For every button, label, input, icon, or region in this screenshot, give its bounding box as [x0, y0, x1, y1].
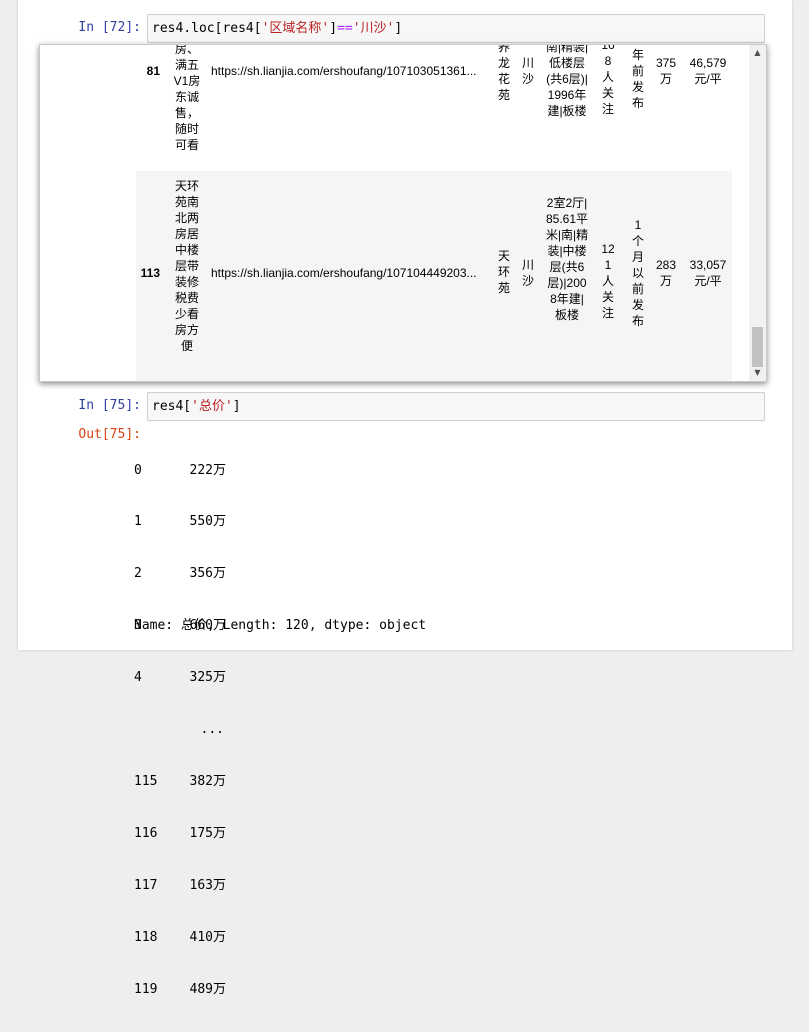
code-text: ]	[394, 21, 403, 36]
series-output: 0 222万 1 550万 2 356万 3 660万 4 325万 ... 115 382…	[134, 427, 226, 1032]
series-row: 118 410万	[134, 929, 226, 945]
info-cell: 2室2厅|85.61平米|南|精装|中楼层(共6层)|2008年建|板楼	[545, 196, 589, 322]
input-prompt: In [72]:	[78, 20, 141, 35]
vertical-scrollbar[interactable]: ▲ ▼	[749, 45, 766, 381]
unit-price-cell: 46,579元/平	[689, 56, 727, 86]
code-cell-input[interactable]: res4.loc[res4['区域名称']=='川沙']	[147, 14, 765, 43]
series-row: 2 356万	[134, 566, 226, 582]
series-row: 116 175万	[134, 825, 226, 841]
series-footer: Name: 总价, Length: 120, dtype: object	[134, 618, 427, 633]
title-cell: 天环苑南北两房居中楼层带装修税费少看房方便	[174, 179, 199, 353]
output-prompt: Out[75]:	[78, 427, 141, 442]
followers-cell: 121人关注	[601, 242, 615, 320]
community-cell: 养龙花苑	[497, 45, 510, 102]
series-row: 4 325万	[134, 670, 226, 686]
dataframe-output[interactable]: 81 房、满五V1房东诚售，随时可看 https://sh.lianjia.co…	[39, 44, 767, 382]
code-string: '总价'	[191, 399, 233, 414]
url-cell[interactable]: https://sh.lianjia.com/ershoufang/107103…	[211, 63, 477, 79]
code-text: res4[	[152, 399, 192, 414]
unit-price-cell: 33,057元/平	[689, 258, 727, 288]
code-string: '区域名称'	[261, 21, 330, 36]
scroll-up-icon[interactable]: ▲	[749, 45, 766, 61]
district-cell: 川沙	[521, 56, 534, 86]
scroll-down-icon[interactable]: ▼	[749, 365, 766, 381]
publish-cell: 1个月以前发布	[631, 218, 644, 328]
code-cell-input[interactable]: res4['总价']	[147, 392, 765, 421]
series-row: 115 382万	[134, 773, 226, 789]
info-cell: 南|精装|低楼层(共6层)|1996年建|板楼	[545, 45, 589, 118]
total-price-cell: 283万	[655, 258, 677, 288]
scrollbar-thumb[interactable]	[752, 327, 763, 367]
total-price-cell: 375万	[655, 56, 677, 86]
series-row: 0 222万	[134, 462, 226, 478]
series-ellipsis: ...	[200, 722, 224, 738]
series-row: 117 163万	[134, 877, 226, 893]
notebook: In [72]: res4.loc[res4['区域名称']=='川沙'] 81…	[18, 0, 792, 997]
table-scroll-content: 81 房、满五V1房东诚售，随时可看 https://sh.lianjia.co…	[40, 45, 748, 381]
community-cell: 天环苑	[497, 249, 510, 295]
input-prompt: In [75]:	[78, 398, 141, 413]
series-row: 119 489万	[134, 981, 226, 997]
row-index: 113	[140, 266, 160, 280]
code-text: res4.loc[res4[	[152, 21, 262, 36]
publish-cell: 年前发布	[631, 48, 644, 110]
code-string: '川沙'	[352, 21, 395, 36]
code-operator: ==	[337, 21, 353, 36]
district-cell: 川沙	[521, 258, 534, 288]
code-text: ]	[232, 399, 241, 414]
title-cell: 房、满五V1房东诚售，随时可看	[173, 45, 201, 152]
followers-cell: 168人关注	[601, 45, 615, 116]
series-row: 1 550万	[134, 514, 226, 530]
code-text: ]	[329, 21, 338, 36]
url-cell[interactable]: https://sh.lianjia.com/ershoufang/107104…	[211, 265, 477, 281]
row-index: 81	[146, 64, 160, 78]
